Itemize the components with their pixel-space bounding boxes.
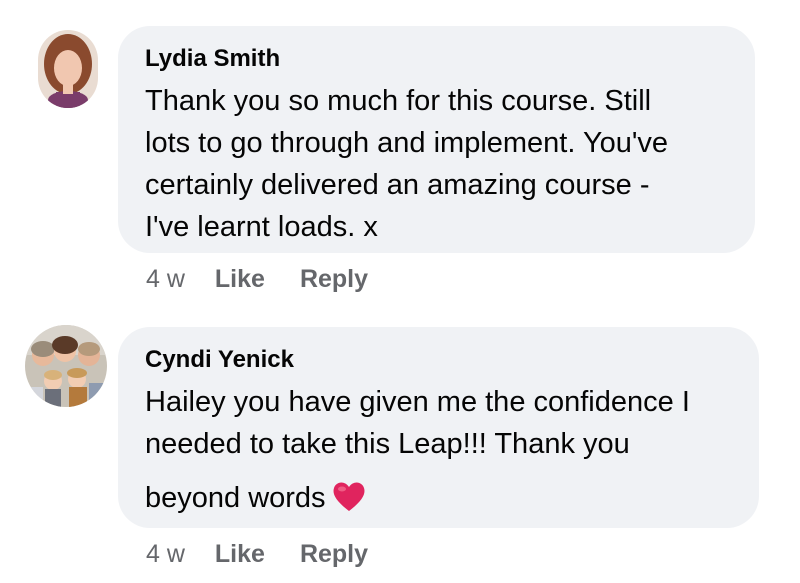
avatar[interactable] <box>38 30 98 108</box>
comment-line: needed to take this Leap!!! Thank you <box>145 428 630 460</box>
reply-button[interactable]: Reply <box>300 540 368 569</box>
comment-author[interactable]: Cyndi Yenick <box>145 345 731 375</box>
comment-actions: 4 w Like Reply <box>146 540 403 569</box>
comment-line: lots to go through and implement. You've <box>145 127 669 159</box>
like-button[interactable]: Like <box>215 265 265 294</box>
comment-text: Thank you so much for this course. Still… <box>145 80 727 248</box>
comment-line-last: beyond words <box>145 477 731 525</box>
comment-actions: 4 w Like Reply <box>146 265 403 294</box>
comment-bubble: Lydia Smith Thank you so much for this c… <box>118 26 755 253</box>
comment-timestamp[interactable]: 4 w <box>146 265 185 294</box>
comment-author[interactable]: Lydia Smith <box>145 44 727 74</box>
profile-photo-family-icon <box>25 325 107 407</box>
comment-line: beyond words <box>145 482 326 514</box>
like-button[interactable]: Like <box>215 540 265 569</box>
reply-button[interactable]: Reply <box>300 265 368 294</box>
comment-line: Hailey you have given me the confidence … <box>145 386 690 418</box>
red-heart-icon <box>332 481 366 525</box>
avatar[interactable] <box>25 325 107 407</box>
comment-line: I've learnt loads. x <box>145 211 378 243</box>
comment-line: Thank you so much for this course. Still <box>145 85 652 117</box>
comment-bubble: Cyndi Yenick Hailey you have given me th… <box>118 327 759 528</box>
comment-timestamp[interactable]: 4 w <box>146 540 185 569</box>
comment-line: certainly delivered an amazing course - <box>145 169 650 201</box>
comment-text: Hailey you have given me the confidence … <box>145 381 731 525</box>
profile-photo-woman-icon <box>38 30 98 108</box>
